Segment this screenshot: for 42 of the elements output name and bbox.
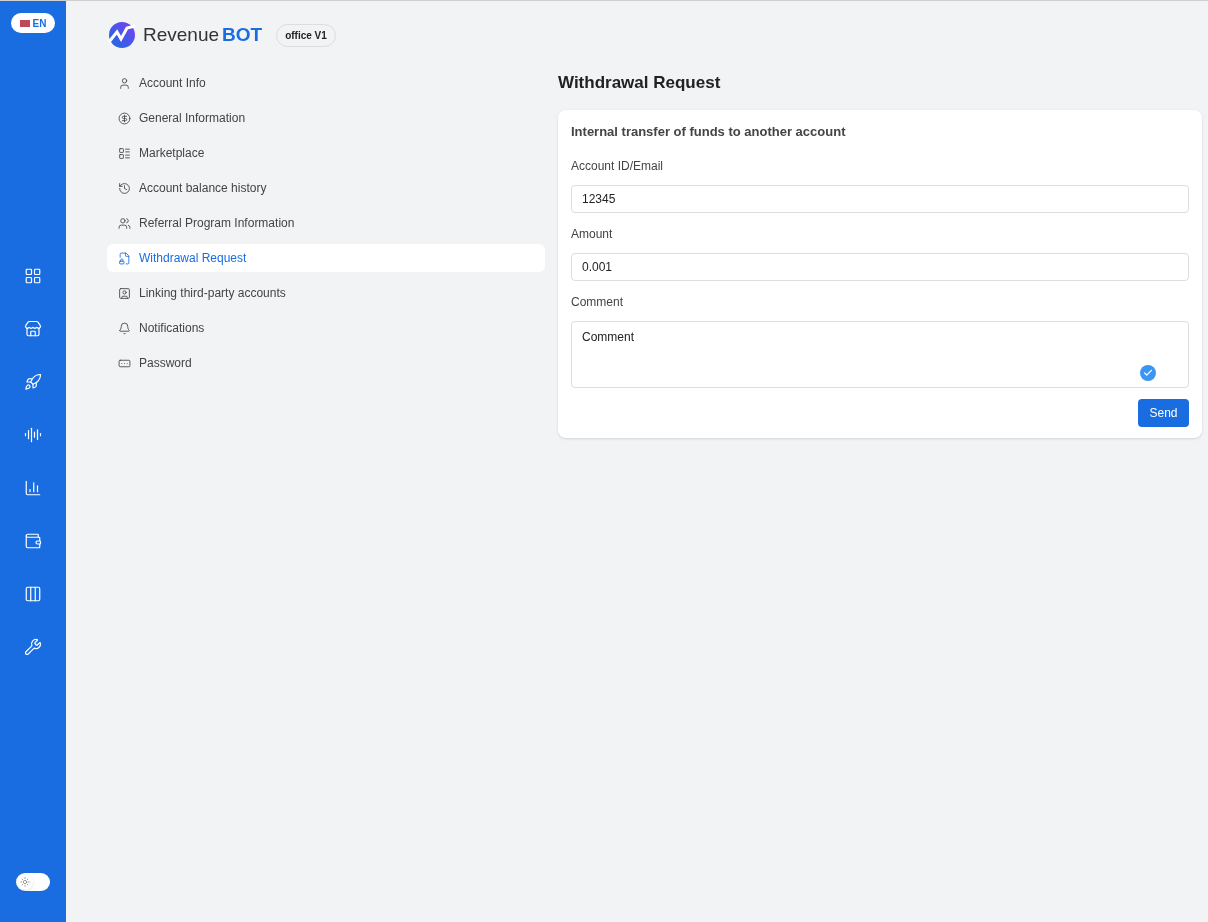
flag-icon: [19, 19, 30, 27]
wallet-icon[interactable]: [24, 532, 42, 550]
wrench-icon[interactable]: [24, 638, 42, 656]
field-label: Comment: [571, 294, 624, 311]
field-label: Amount: [571, 226, 614, 243]
user-card-icon: [118, 286, 131, 300]
theme-toggle[interactable]: [16, 873, 50, 891]
send-button[interactable]: Send: [1138, 399, 1189, 427]
audio-icon[interactable]: [24, 426, 42, 444]
check-icon: [1140, 365, 1156, 381]
document-icon: [118, 251, 131, 265]
logo-icon: [107, 20, 137, 50]
form-title: Internal transfer of funds to another account: [571, 122, 847, 141]
input-field[interactable]: 12345: [571, 185, 1189, 213]
brand-emphasis: BOT: [222, 22, 263, 47]
page-title: Withdrawal Request: [558, 72, 722, 94]
rocket-icon[interactable]: [24, 373, 42, 391]
store-icon[interactable]: [24, 320, 42, 338]
nav-item[interactable]: Linking third-party accounts: [107, 279, 545, 307]
language-button[interactable]: EN: [10, 13, 56, 33]
layout-icon: [118, 146, 131, 160]
user-icon: [118, 76, 131, 90]
nav-item[interactable]: Notifications: [107, 314, 545, 342]
nav-item[interactable]: Account Info: [107, 69, 545, 97]
nav-item[interactable]: Withdrawal Request: [107, 244, 545, 272]
dashboard-icon[interactable]: [24, 267, 42, 285]
coin-icon: [118, 111, 131, 125]
bar-chart-icon[interactable]: [24, 479, 42, 497]
input-field[interactable]: 0.001: [571, 253, 1189, 281]
panels-icon[interactable]: [24, 585, 42, 603]
nav-item[interactable]: Marketplace: [107, 139, 545, 167]
users-icon: [118, 216, 131, 230]
nav-item[interactable]: Password: [107, 349, 545, 377]
brand-name: Revenue: [143, 22, 220, 47]
bell-icon: [118, 321, 131, 335]
sun-icon: [17, 874, 33, 890]
history-icon: [118, 181, 131, 195]
nav-item[interactable]: Referral Program Information: [107, 209, 545, 237]
nav-item[interactable]: Account balance history: [107, 174, 545, 202]
nav-item[interactable]: General Information: [107, 104, 545, 132]
field-label: Account ID/Email: [571, 158, 665, 175]
comment-field[interactable]: Comment: [571, 321, 1189, 388]
